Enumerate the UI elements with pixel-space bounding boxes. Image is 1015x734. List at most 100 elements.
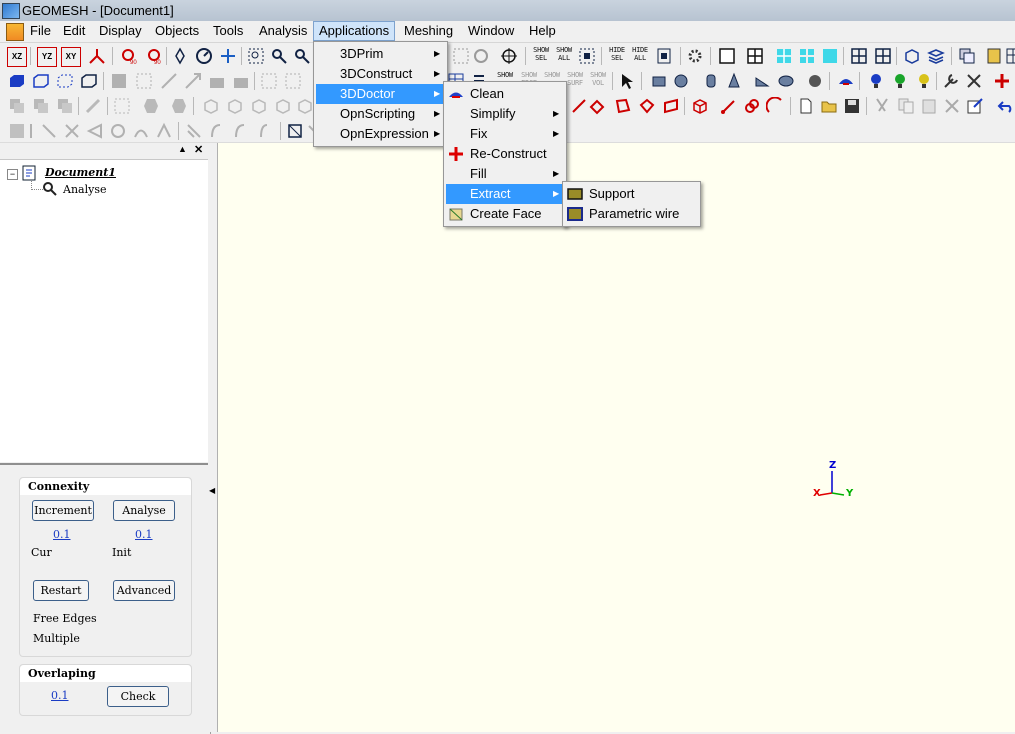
windows-icon[interactable] xyxy=(958,47,976,65)
solid-box-icon[interactable] xyxy=(8,72,26,90)
panel-splitter[interactable]: ◀ xyxy=(208,143,217,732)
hide-toggle-icon[interactable] xyxy=(655,47,673,65)
curve-icon-1[interactable] xyxy=(614,97,632,115)
sel-icon-2[interactable] xyxy=(22,122,40,140)
op-icon-11[interactable] xyxy=(274,97,292,115)
increment-button[interactable]: Increment xyxy=(32,500,94,521)
op-icon-5[interactable] xyxy=(113,97,131,115)
box-3d-icon[interactable] xyxy=(903,47,921,65)
menu-item-fix[interactable]: Fix ▶ xyxy=(446,124,564,144)
quad-view-icon[interactable] xyxy=(746,47,764,65)
menu-edit[interactable]: Edit xyxy=(58,22,90,40)
light-yellow-icon[interactable] xyxy=(915,72,933,90)
close-icon[interactable]: ✕ xyxy=(194,143,203,156)
menu-item-reconstruct[interactable]: Re-Construct xyxy=(446,144,564,164)
torus-icon[interactable] xyxy=(777,72,795,90)
overlaping-value-link[interactable]: 0.1 xyxy=(51,689,69,702)
single-view-icon[interactable] xyxy=(718,47,736,65)
mesh-icon-8[interactable] xyxy=(284,72,302,90)
undo-icon[interactable] xyxy=(997,97,1015,115)
menu-window[interactable]: Window xyxy=(463,22,519,40)
curve-icon-2[interactable] xyxy=(638,97,656,115)
move-icon[interactable] xyxy=(219,47,237,65)
grid-select-icon[interactable] xyxy=(578,47,596,65)
grid-icon[interactable] xyxy=(1005,47,1015,65)
hidden-box-icon[interactable] xyxy=(80,72,98,90)
op-icon-10[interactable] xyxy=(250,97,268,115)
op-icon-3[interactable] xyxy=(56,97,74,115)
save-icon[interactable] xyxy=(843,97,861,115)
sel-icon-12[interactable] xyxy=(255,122,273,140)
layers-icon[interactable] xyxy=(927,47,945,65)
line-icon[interactable] xyxy=(570,97,588,115)
show-surf-button[interactable]: SHOW SURF xyxy=(564,71,586,91)
gear-icon[interactable] xyxy=(686,47,704,65)
sel-icon-6[interactable] xyxy=(109,122,127,140)
pointer-icon[interactable] xyxy=(618,72,636,90)
menu-item-create-face[interactable]: Create Face xyxy=(446,204,564,224)
show-sel-button[interactable]: SHOW SEL xyxy=(530,46,552,66)
copy-icon[interactable] xyxy=(897,97,915,115)
rotate-icon[interactable]: 90 xyxy=(120,47,138,65)
tree-root-document[interactable]: Document1 xyxy=(45,166,116,179)
sel-icon-8[interactable] xyxy=(155,122,173,140)
menu-item-3dprim[interactable]: 3DPrim ▶ xyxy=(316,44,445,64)
collapse-left-icon[interactable]: ◀ xyxy=(209,486,215,495)
full-view-color-icon[interactable] xyxy=(821,47,839,65)
menu-item-parametric-wire[interactable]: Parametric wire xyxy=(565,204,698,224)
mesh-icon-6[interactable] xyxy=(232,72,250,90)
op-icon-1[interactable] xyxy=(8,97,26,115)
menu-applications[interactable]: Applications xyxy=(313,21,396,41)
link-icon[interactable] xyxy=(743,97,761,115)
tools-icon[interactable] xyxy=(965,72,983,90)
ball-icon[interactable] xyxy=(806,72,824,90)
advanced-button[interactable]: Advanced xyxy=(113,580,175,601)
delete-icon[interactable] xyxy=(943,97,961,115)
menu-item-extract[interactable]: Extract ▶ xyxy=(446,184,564,204)
paste-icon[interactable] xyxy=(920,97,938,115)
sel-icon-4[interactable] xyxy=(63,122,81,140)
grid-2x2-alt-icon[interactable] xyxy=(874,47,892,65)
menu-help[interactable]: Help xyxy=(524,22,561,40)
init-value-link[interactable]: 0.1 xyxy=(135,528,153,541)
pen-icon[interactable] xyxy=(720,97,738,115)
op-icon-12[interactable] xyxy=(296,97,314,115)
quad-view-color-icon[interactable] xyxy=(775,47,793,65)
analyse-button[interactable]: Analyse xyxy=(113,500,175,521)
split-view-color-icon[interactable] xyxy=(798,47,816,65)
menu-display[interactable]: Display xyxy=(94,22,147,40)
show-all-button[interactable]: SHOW ALL xyxy=(553,46,575,66)
3d-viewport[interactable]: Z X Y xyxy=(217,143,1015,732)
restart-button[interactable]: Restart xyxy=(33,580,89,601)
arc-icon[interactable] xyxy=(766,97,784,115)
cur-value-link[interactable]: 0.1 xyxy=(53,528,71,541)
sel-box-icon[interactable] xyxy=(286,122,304,140)
sel-icon-10[interactable] xyxy=(208,122,226,140)
menu-objects[interactable]: Objects xyxy=(150,22,204,40)
add-icon[interactable] xyxy=(993,72,1011,90)
op-icon-8[interactable] xyxy=(202,97,220,115)
op-icon-6[interactable] xyxy=(142,97,160,115)
zoom-in-icon[interactable] xyxy=(270,47,288,65)
new-file-icon[interactable] xyxy=(797,97,815,115)
tree-item-analyse[interactable]: Analyse xyxy=(63,183,106,196)
cut-icon[interactable] xyxy=(873,97,891,115)
zoom-box-icon[interactable] xyxy=(247,47,265,65)
menu-item-opnscripting[interactable]: OpnScripting ▶ xyxy=(316,104,445,124)
curve-icon-3[interactable] xyxy=(662,97,680,115)
mesh-icon-4[interactable] xyxy=(184,72,202,90)
menu-tools[interactable]: Tools xyxy=(208,22,248,40)
prism-icon[interactable] xyxy=(650,72,668,90)
menu-item-support[interactable]: Support xyxy=(565,184,698,204)
view-xy-button[interactable]: XY xyxy=(61,47,81,67)
wrench-icon[interactable] xyxy=(942,72,960,90)
collapse-up-icon[interactable]: ▲ xyxy=(178,144,187,154)
sel-icon-11[interactable] xyxy=(232,122,250,140)
hide-sel-button[interactable]: HIDE SEL xyxy=(606,46,628,66)
axes-view-icon[interactable] xyxy=(88,47,106,65)
wire-box-icon[interactable] xyxy=(32,72,50,90)
cone-icon[interactable] xyxy=(725,72,743,90)
show-vol-button[interactable]: SHOW VOL xyxy=(587,71,609,91)
sel-icon-9[interactable] xyxy=(185,122,203,140)
tree-collapse-toggle[interactable]: − xyxy=(7,169,18,180)
